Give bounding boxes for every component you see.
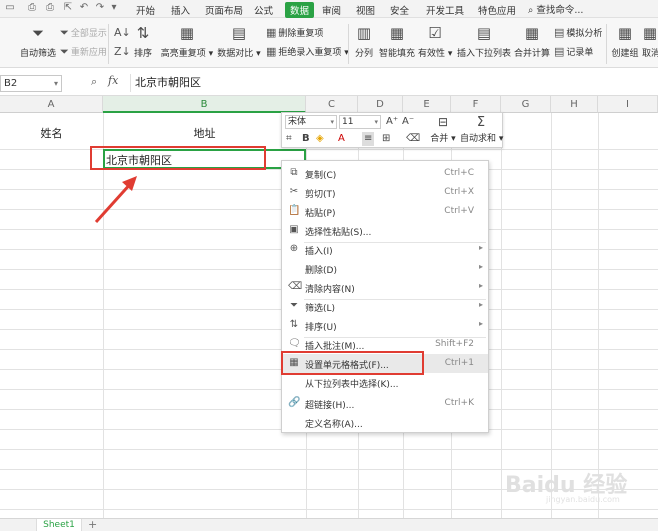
scissors-icon: ✂ [289, 186, 299, 197]
sheet-tab-bar: Sheet1 + [0, 518, 658, 531]
autosum-button[interactable]: Σ 自动求和 ▾ [460, 115, 503, 144]
align-center-icon[interactable]: ≡ [362, 132, 375, 146]
font-color-icon[interactable]: A [338, 132, 345, 146]
baidu-watermark-url: jingyan.baidu.com [546, 495, 620, 504]
menu-item-insert[interactable]: ⊕ 插入(I) ▸ [282, 240, 488, 259]
font-select[interactable]: 宋体 ▾ [285, 115, 337, 129]
arrow-line-1 [94, 179, 135, 224]
clipboard-icon: 📋 [288, 205, 301, 216]
fill-color-icon[interactable]: ◈ [316, 132, 324, 146]
menu-item-delete[interactable]: 删除(D) ▸ [282, 259, 488, 278]
add-sheet-button[interactable]: + [88, 518, 97, 531]
menu-item-define-name[interactable]: 定义名称(A)... [282, 413, 488, 432]
font-size-select[interactable]: 11 ▾ [339, 115, 381, 129]
link-icon: 🔗 [288, 397, 301, 408]
funnel-icon: ⏷ [290, 300, 298, 311]
menu-item-sort[interactable]: ⇅ 排序(U) ▸ [282, 316, 488, 335]
annotation-box-format-cells [281, 351, 424, 375]
merge-icon: ⊟ [437, 115, 449, 129]
insert-icon: ⊕ [289, 243, 299, 254]
menu-item-paste[interactable]: 📋 粘贴(P) Ctrl+V [282, 202, 488, 221]
menu-item-hyperlink[interactable]: 🔗 超链接(H)... Ctrl+K [282, 394, 488, 413]
menu-item-clear[interactable]: ⌫ 清除内容(N) ▸ [282, 278, 488, 297]
copy-icon: ⧉ [290, 167, 298, 178]
chevron-right-icon: ▸ [478, 262, 483, 271]
sort-icon: ⇅ [289, 319, 299, 330]
decrease-font-icon[interactable]: A⁻ [402, 115, 414, 129]
chevron-down-icon: ▾ [374, 118, 378, 126]
clear-format-icon[interactable]: ⌫ [406, 132, 420, 146]
menu-item-filter[interactable]: ⏷ 筛选(L) ▸ [282, 297, 488, 316]
context-menu: ⧉ 复制(C) Ctrl+C ✂ 剪切(T) Ctrl+X 📋 粘贴(P) Ct… [281, 160, 489, 433]
chevron-right-icon: ▸ [478, 281, 483, 290]
border-icon[interactable]: ⊞ [382, 132, 390, 146]
comment-icon: 🗨 [288, 338, 301, 349]
chevron-right-icon: ▸ [478, 300, 483, 309]
paste-special-icon: ▣ [289, 224, 299, 235]
eraser-icon: ⌫ [288, 281, 303, 292]
chevron-down-icon: ▾ [330, 118, 334, 126]
merge-button[interactable]: ⊟ 合并 ▾ [428, 115, 458, 144]
mini-toolbar: 宋体 ▾ 11 ▾ A⁺ A⁻ ⌗ B ◈ A ≡ ⊞ ⌫ ⊟ 合并 ▾ Σ 自动求… [281, 112, 503, 148]
chevron-right-icon: ▸ [478, 319, 483, 328]
sigma-icon: Σ [476, 115, 486, 130]
bold-button[interactable]: B [302, 132, 310, 146]
menu-item-cut[interactable]: ✂ 剪切(T) Ctrl+X [282, 183, 488, 202]
format-painter-icon[interactable]: ⌗ [286, 132, 292, 146]
menu-item-paste-special[interactable]: ▣ 选择性粘贴(S)... [282, 221, 488, 240]
increase-font-icon[interactable]: A⁺ [386, 115, 398, 129]
chevron-right-icon: ▸ [478, 243, 483, 252]
menu-item-copy[interactable]: ⧉ 复制(C) Ctrl+C [282, 164, 488, 183]
sheet-tab-sheet1[interactable]: Sheet1 [36, 519, 82, 531]
menu-item-pick-from-list[interactable]: 从下拉列表中选择(K)... [282, 373, 488, 392]
